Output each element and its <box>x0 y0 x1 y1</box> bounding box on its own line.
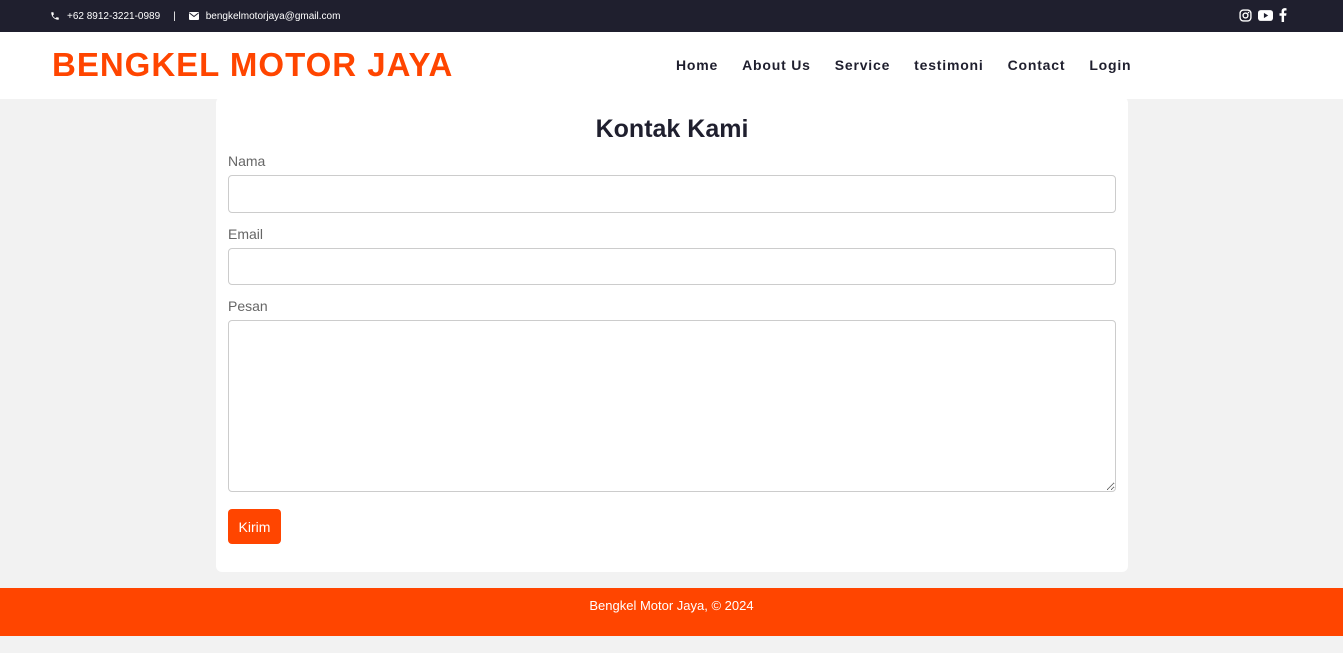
site-header: BENGKEL MOTOR JAYA Home About Us Service… <box>0 32 1343 99</box>
page-title: Kontak Kami <box>595 115 749 143</box>
phone-icon <box>50 11 67 21</box>
contact-info: +62 8912-3221-0989 | bengkelmotorjaya@gm… <box>50 0 340 32</box>
message-label: Pesan <box>228 298 268 314</box>
email-address: bengkelmotorjaya@gmail.com <box>205 10 341 22</box>
footer-copyright: Bengkel Motor Jaya, © 2024 <box>589 598 754 613</box>
contact-separator: | <box>173 10 176 22</box>
phone-contact: +62 8912-3221-0989 <box>50 11 160 22</box>
nav-contact[interactable]: Contact <box>1008 56 1066 74</box>
youtube-icon[interactable] <box>1258 9 1273 21</box>
phone-number: +62 8912-3221-0989 <box>67 10 161 22</box>
name-field[interactable] <box>228 175 1116 213</box>
email-field[interactable] <box>228 248 1116 285</box>
email-contact: bengkelmotorjaya@gmail.com <box>188 10 341 22</box>
contact-form-card: Kontak Kami Nama Email Pesan Kirim <box>216 97 1128 572</box>
submit-button[interactable]: Kirim <box>228 509 281 544</box>
nav-service[interactable]: Service <box>835 56 890 74</box>
instagram-icon[interactable] <box>1239 8 1252 22</box>
message-textarea[interactable] <box>228 320 1116 492</box>
nav-about-us[interactable]: About Us <box>742 56 811 74</box>
nav-login[interactable]: Login <box>1089 56 1131 74</box>
brand-logo[interactable]: BENGKEL MOTOR JAYA <box>52 46 453 84</box>
social-links <box>1239 8 1293 22</box>
nav-testimoni[interactable]: testimoni <box>914 56 983 74</box>
email-label: Email <box>228 226 264 242</box>
top-bar: +62 8912-3221-0989 | bengkelmotorjaya@gm… <box>0 0 1343 32</box>
main-nav: Home About Us Service testimoni Contact … <box>676 56 1155 74</box>
envelope-icon <box>188 12 206 20</box>
nav-home[interactable]: Home <box>676 56 718 74</box>
name-label: Nama <box>228 153 266 169</box>
facebook-icon[interactable] <box>1279 8 1287 22</box>
site-footer: Bengkel Motor Jaya, © 2024 <box>0 588 1343 636</box>
